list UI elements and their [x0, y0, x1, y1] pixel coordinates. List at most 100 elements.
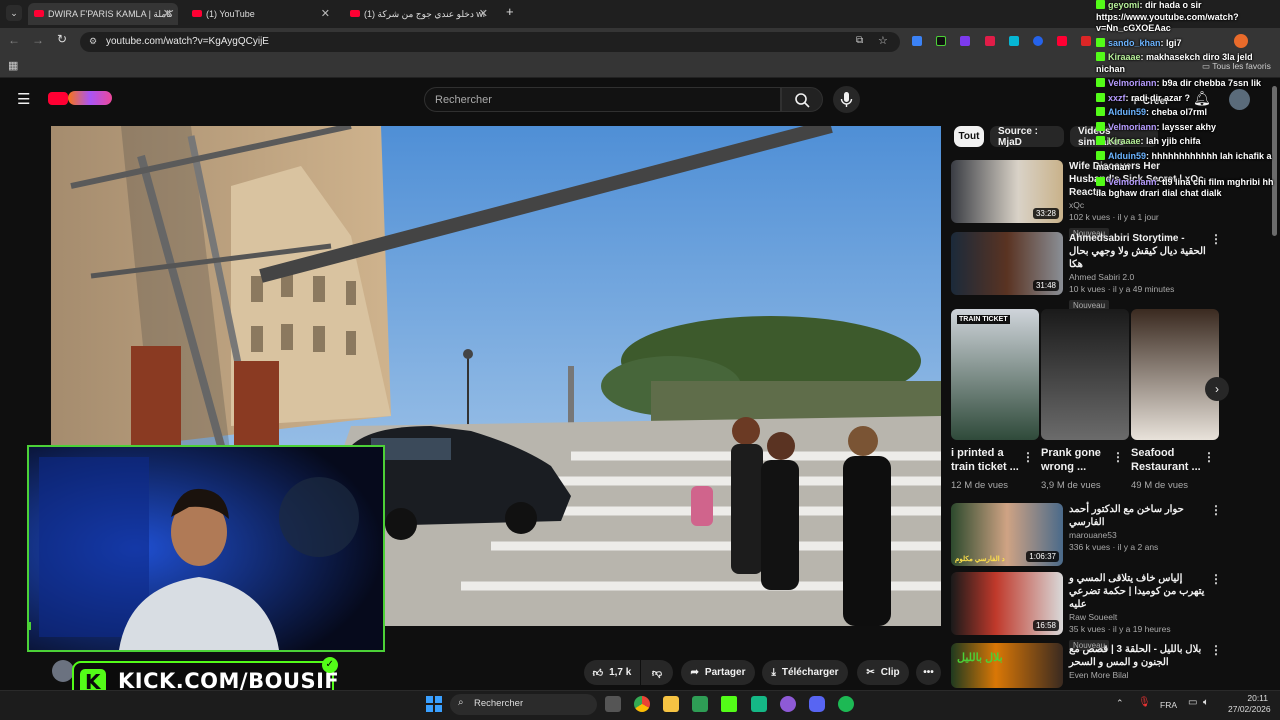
- channel-logo-icon: [68, 91, 112, 105]
- forward-icon[interactable]: →: [32, 33, 44, 47]
- microphone-icon: [840, 92, 853, 107]
- app-icon[interactable]: [780, 696, 796, 712]
- more-actions-button[interactable]: •••: [916, 660, 941, 685]
- extension-icon[interactable]: [985, 36, 995, 46]
- language-indicator[interactable]: FRA: [1160, 700, 1177, 710]
- microphone-tray-icon[interactable]: 🎙︎: [1138, 697, 1151, 708]
- chat-text: radi dir azar ?: [1131, 92, 1191, 103]
- short-thumbnail[interactable]: [1131, 309, 1219, 440]
- clock-date: 27/02/2026: [1228, 704, 1271, 714]
- app-icon[interactable]: [721, 696, 737, 712]
- kick-badge-icon: [1096, 121, 1105, 131]
- volume-icon[interactable]: 🔈︎: [1203, 697, 1209, 708]
- more-horizontal-icon: •••: [923, 667, 934, 678]
- chip-all[interactable]: Tout: [954, 126, 984, 147]
- thumbnail-text: بلال بالليل: [957, 652, 1003, 664]
- chat-text: laysser akhy: [1162, 121, 1217, 132]
- extension-icon[interactable]: [960, 36, 970, 46]
- discord-icon[interactable]: [809, 696, 825, 712]
- channel-name: marouane53: [1069, 530, 1117, 540]
- video-thumbnail[interactable]: د الفارسي مكلوم 1:06:37: [951, 503, 1063, 566]
- voice-search-button[interactable]: [833, 86, 860, 113]
- url-field[interactable]: ⚙ youtube.com/watch?v=KgAygQCyijE ⧉ ☆: [80, 32, 900, 52]
- extension-icon[interactable]: [1009, 36, 1019, 46]
- cast-icon[interactable]: ⧉: [856, 35, 863, 46]
- extension-icon[interactable]: [1057, 36, 1067, 46]
- app-icon[interactable]: [692, 696, 708, 712]
- short-info[interactable]: Prank gone wrong ... 3,9 M de vues: [1041, 446, 1113, 491]
- video-title: بلال بالليل - الحلقة 3 | قصص مع الجنون و…: [1069, 644, 1202, 668]
- short-thumbnail[interactable]: TRAIN TICKET: [951, 309, 1039, 440]
- close-icon[interactable]: ✕: [163, 7, 172, 20]
- chip-source[interactable]: Source : MjaD: [990, 126, 1064, 148]
- download-icon: ⤓: [771, 667, 776, 678]
- download-button[interactable]: ⤓ Télécharger: [762, 660, 848, 685]
- more-options-icon[interactable]: ⋮: [1210, 503, 1222, 517]
- video-item-info[interactable]: إلياس خاف يتلاقى المسي و يتهرب من كوميدا…: [1069, 572, 1209, 653]
- tab-youtube[interactable]: (1) YouTube ✕: [186, 3, 336, 25]
- more-options-icon[interactable]: ⋮: [1112, 450, 1124, 464]
- extension-icon[interactable]: [936, 36, 946, 46]
- chat-username: Kiraaae: [1108, 136, 1141, 146]
- tab-list-button[interactable]: ⌄: [6, 5, 22, 21]
- file-explorer-icon[interactable]: [663, 696, 679, 712]
- chat-username: Alduin59: [1108, 107, 1147, 117]
- chat-message: sando_khan: lgi7: [1096, 37, 1280, 50]
- bookmark-star-icon[interactable]: ☆: [878, 34, 888, 47]
- share-label: Partager: [704, 667, 746, 678]
- video-item-info[interactable]: حوار ساخن مع الدكتور أحمد الفارسي maroua…: [1069, 503, 1209, 553]
- chrome-icon[interactable]: [634, 696, 650, 712]
- clip-button[interactable]: ✂ Clip: [857, 660, 909, 685]
- tray-overflow-icon[interactable]: ⌃: [1116, 698, 1124, 709]
- share-button[interactable]: ➦ Partager: [681, 660, 755, 685]
- menu-icon[interactable]: ☰: [17, 90, 30, 108]
- app-icon[interactable]: [751, 696, 767, 712]
- apps-grid-icon[interactable]: ▦: [8, 59, 18, 72]
- short-thumbnail[interactable]: [1041, 309, 1129, 440]
- chat-text: b9a dir chebba 7ssn lik: [1162, 78, 1262, 88]
- tab-dwira[interactable]: DWIRA F'PARIS KAMLA | كاملة ✕: [28, 3, 178, 25]
- like-button[interactable]: 👍︎ 1,7 k: [584, 660, 640, 685]
- chat-message: Alduin59: cheba ol7rml: [1096, 107, 1280, 119]
- kick-badge-icon: [1096, 92, 1105, 102]
- video-item-info[interactable]: بلال بالليل - الحلقة 3 | قصص مع الجنون و…: [1069, 643, 1209, 681]
- new-tab-button[interactable]: +: [506, 4, 514, 19]
- chat-message: xxzf: radi dir azar ?: [1096, 92, 1280, 105]
- back-icon[interactable]: ←: [8, 33, 20, 47]
- search-input[interactable]: Rechercher: [424, 87, 781, 112]
- close-icon[interactable]: ✕: [321, 7, 330, 20]
- video-thumbnail[interactable]: 16:58: [951, 572, 1063, 635]
- more-options-icon[interactable]: ⋮: [1210, 643, 1222, 657]
- task-view-icon[interactable]: [605, 696, 621, 712]
- more-options-icon[interactable]: ⋮: [1210, 572, 1222, 586]
- youtube-logo[interactable]: [48, 92, 68, 105]
- video-item-info[interactable]: Ahmedsabiri Storytime - الحقية ديال كيقش…: [1069, 232, 1209, 313]
- chat-message: Velmoriann: b9a dir chebba 7ssn lik: [1096, 78, 1280, 90]
- taskbar-search[interactable]: ⌕ Rechercher: [450, 694, 597, 715]
- network-icon[interactable]: ▭: [1188, 697, 1197, 708]
- short-info[interactable]: i printed a train ticket ... 12 M de vue…: [951, 446, 1023, 491]
- dislike-button[interactable]: 👎︎: [641, 660, 673, 685]
- short-info[interactable]: Seafood Restaurant ... 49 M de vues: [1131, 446, 1203, 491]
- close-icon[interactable]: ✕: [479, 7, 488, 20]
- kick-badge-icon: [1096, 136, 1105, 145]
- video-thumbnail[interactable]: 33:28: [951, 160, 1063, 223]
- site-info-icon[interactable]: ⚙: [89, 36, 97, 47]
- reload-icon[interactable]: ↻: [57, 32, 67, 46]
- clip-label: Clip: [880, 667, 900, 678]
- spotify-icon[interactable]: [838, 696, 854, 712]
- tab-wi[interactable]: (1) دخلو عندي جوج من شركة wi ✕: [344, 3, 494, 25]
- clock[interactable]: 20:11 27/02/2026: [1228, 693, 1271, 715]
- video-thumbnail[interactable]: 31:48: [951, 232, 1063, 295]
- extension-icon[interactable]: [1081, 36, 1091, 46]
- extension-icon[interactable]: [912, 36, 922, 46]
- search-button[interactable]: [781, 87, 823, 112]
- more-options-icon[interactable]: ⋮: [1022, 450, 1034, 464]
- more-options-icon[interactable]: ⋮: [1203, 450, 1215, 464]
- chat-text: cheba ol7rml: [1151, 107, 1208, 117]
- video-thumbnail[interactable]: بلال بالليل: [951, 643, 1063, 688]
- extension-icon[interactable]: [1033, 36, 1043, 46]
- webcam-scene: [29, 447, 383, 650]
- start-button[interactable]: [426, 696, 442, 712]
- shorts-next-button[interactable]: ›: [1205, 377, 1229, 401]
